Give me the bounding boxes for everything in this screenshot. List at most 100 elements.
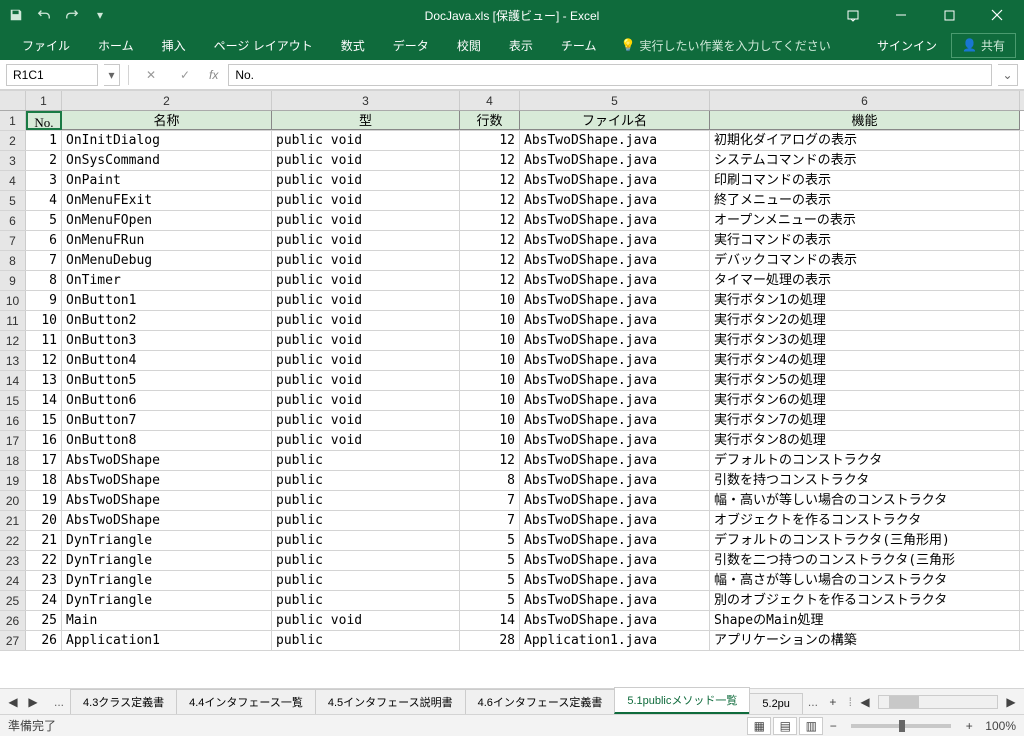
zoom-slider[interactable]	[851, 724, 951, 728]
cell[interactable]: 14	[26, 391, 62, 410]
cell[interactable]: 20	[26, 511, 62, 530]
cell[interactable]: public	[272, 511, 460, 530]
cell[interactable]: 17	[26, 451, 62, 470]
row-header[interactable]: 2	[0, 131, 26, 150]
cell[interactable]: 10	[460, 431, 520, 450]
cell[interactable]: AbsTwoDShape.java	[520, 311, 710, 330]
row-header[interactable]: 26	[0, 611, 26, 630]
cell[interactable]: OnButton6	[62, 391, 272, 410]
sheet-nav-prev-icon[interactable]: ◀	[4, 693, 22, 711]
cell[interactable]: ShapeのMain処理	[710, 611, 1020, 630]
cell[interactable]: 12	[460, 271, 520, 290]
cell[interactable]: DynTriangle	[62, 571, 272, 590]
cell[interactable]: AbsTwoDShape.java	[520, 371, 710, 390]
ribbon-tab[interactable]: チーム	[547, 31, 611, 60]
horizontal-scrollbar[interactable]	[878, 695, 998, 709]
cell[interactable]: 10	[460, 291, 520, 310]
cell[interactable]: public void	[272, 191, 460, 210]
cell[interactable]: public void	[272, 431, 460, 450]
cell[interactable]: 引数を二つ持つのコンストラクタ(三角形	[710, 551, 1020, 570]
cell[interactable]: OnSysCommand	[62, 151, 272, 170]
sheet-tab[interactable]: 4.4インタフェース一覧	[176, 689, 316, 714]
cell[interactable]: OnTimer	[62, 271, 272, 290]
share-button[interactable]: 👤 共有	[951, 33, 1016, 58]
cell[interactable]: 4	[26, 191, 62, 210]
close-button[interactable]	[974, 1, 1020, 29]
cell[interactable]: 10	[460, 351, 520, 370]
cell[interactable]: 28	[460, 631, 520, 650]
cell[interactable]: 13	[26, 371, 62, 390]
cell[interactable]: 幅・高さが等しい場合のコンストラクタ	[710, 571, 1020, 590]
row-header[interactable]: 3	[0, 151, 26, 170]
header-cell[interactable]: ファイル名	[520, 111, 710, 130]
fx-icon[interactable]: fx	[209, 68, 218, 82]
page-layout-view-icon[interactable]: ▤	[773, 717, 797, 735]
sheet-nav-next-icon[interactable]: ▶	[24, 693, 42, 711]
cell[interactable]: デフォルトのコンストラクタ(三角形用)	[710, 531, 1020, 550]
cell[interactable]: 25	[26, 611, 62, 630]
cell[interactable]: 引数を持つコンストラクタ	[710, 471, 1020, 490]
cell[interactable]: Application1	[62, 631, 272, 650]
cell[interactable]: public void	[272, 331, 460, 350]
worksheet-grid[interactable]: 1 2 3 4 5 6 1No.名称型行数ファイル名機能21OnInitDial…	[0, 90, 1024, 688]
sheet-more[interactable]: ...	[802, 695, 824, 709]
cell[interactable]: AbsTwoDShape	[62, 451, 272, 470]
cell[interactable]: 21	[26, 531, 62, 550]
cell[interactable]: オブジェクトを作るコンストラクタ	[710, 511, 1020, 530]
row-header[interactable]: 7	[0, 231, 26, 250]
row-header[interactable]: 6	[0, 211, 26, 230]
cell[interactable]: 7	[460, 491, 520, 510]
cell[interactable]: public void	[272, 171, 460, 190]
cell[interactable]: public void	[272, 351, 460, 370]
cell[interactable]: OnMenuDebug	[62, 251, 272, 270]
redo-icon[interactable]	[60, 3, 84, 27]
cell[interactable]: AbsTwoDShape.java	[520, 151, 710, 170]
cell[interactable]: 印刷コマンドの表示	[710, 171, 1020, 190]
col-header[interactable]: 6	[710, 91, 1020, 110]
cell[interactable]: 12	[26, 351, 62, 370]
ribbon-tab[interactable]: ホーム	[84, 31, 148, 60]
row-header[interactable]: 4	[0, 171, 26, 190]
cell[interactable]: 12	[460, 231, 520, 250]
select-all-corner[interactable]	[0, 91, 26, 110]
zoom-level[interactable]: 100%	[985, 719, 1016, 733]
ribbon-tab[interactable]: ページ レイアウト	[200, 31, 327, 60]
row-header[interactable]: 9	[0, 271, 26, 290]
cell[interactable]: public void	[272, 211, 460, 230]
namebox-dropdown-icon[interactable]: ▾	[104, 64, 120, 86]
row-header[interactable]: 10	[0, 291, 26, 310]
ribbon-tab[interactable]: 数式	[327, 31, 379, 60]
enter-formula-icon[interactable]: ✓	[171, 64, 199, 86]
cell[interactable]: 実行ボタン4の処理	[710, 351, 1020, 370]
header-cell[interactable]: 名称	[62, 111, 272, 130]
cell[interactable]: 23	[26, 571, 62, 590]
cell[interactable]: 12	[460, 191, 520, 210]
col-header[interactable]: 5	[520, 91, 710, 110]
cell[interactable]: AbsTwoDShape.java	[520, 451, 710, 470]
save-icon[interactable]	[4, 3, 28, 27]
cell[interactable]: 22	[26, 551, 62, 570]
cell[interactable]: AbsTwoDShape.java	[520, 291, 710, 310]
cell[interactable]: 12	[460, 451, 520, 470]
cell[interactable]: アプリケーションの構築	[710, 631, 1020, 650]
cell[interactable]: AbsTwoDShape.java	[520, 231, 710, 250]
cell[interactable]: DynTriangle	[62, 591, 272, 610]
cell[interactable]: AbsTwoDShape	[62, 491, 272, 510]
ribbon-tab[interactable]: データ	[379, 31, 443, 60]
row-header[interactable]: 12	[0, 331, 26, 350]
cell[interactable]: OnButton2	[62, 311, 272, 330]
cell[interactable]: OnMenuFOpen	[62, 211, 272, 230]
cell[interactable]: AbsTwoDShape	[62, 471, 272, 490]
cell[interactable]: 12	[460, 131, 520, 150]
cell[interactable]: デバックコマンドの表示	[710, 251, 1020, 270]
cell[interactable]: 実行ボタン3の処理	[710, 331, 1020, 350]
cell[interactable]: 10	[460, 311, 520, 330]
qat-dropdown-icon[interactable]: ▾	[88, 3, 112, 27]
cell[interactable]: 7	[26, 251, 62, 270]
sheet-tab[interactable]: 4.6インタフェース定義書	[465, 689, 616, 714]
cell[interactable]: AbsTwoDShape.java	[520, 391, 710, 410]
cell[interactable]: OnButton5	[62, 371, 272, 390]
cell[interactable]: システムコマンドの表示	[710, 151, 1020, 170]
cell[interactable]: OnButton3	[62, 331, 272, 350]
row-header[interactable]: 16	[0, 411, 26, 430]
